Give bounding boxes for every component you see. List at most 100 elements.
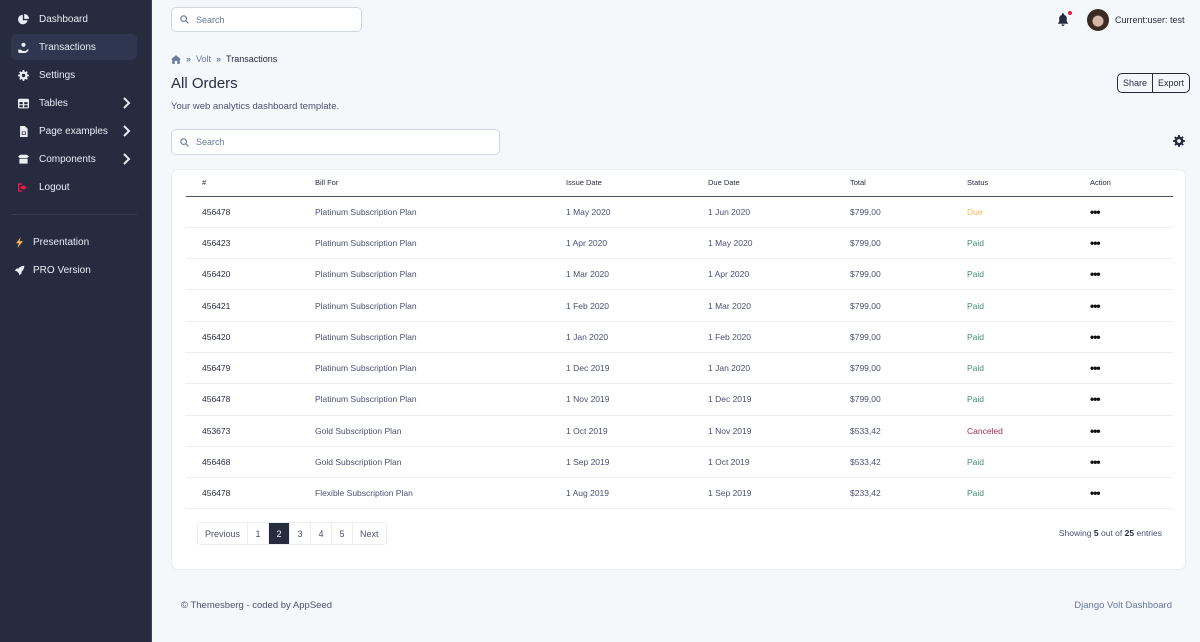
cell-id: 456478 [186,477,299,510]
sidebar-item-pro-version[interactable]: PRO Version [7,257,137,283]
cell-issue-date: 1 Sep 2019 [550,446,692,479]
breadcrumb: » Volt » Transactions [171,54,277,64]
ellipsis-icon[interactable]: ••• [1090,205,1101,219]
pagination-page-1[interactable]: 1 [248,523,270,544]
ellipsis-icon[interactable]: ••• [1090,455,1101,469]
sidebar-item-presentation[interactable]: Presentation [7,229,137,255]
cell-issue-date: 1 Oct 2019 [550,415,692,447]
showing-middle: out of [1100,528,1123,538]
cell-bill-for: Gold Subscription Plan [299,415,550,447]
chart-pie-icon [18,13,29,25]
pagination-page-2[interactable]: 2 [269,523,291,544]
rocket-icon [14,265,25,276]
cell-total-text: $799,00 [850,394,881,405]
cell-bill-for: Platinum Subscription Plan [299,196,550,228]
entries-summary: Showing 5 out of 25 entries [1059,528,1162,538]
cell-id-text[interactable]: 456478 [202,207,230,217]
cell-issue-date: 1 Nov 2019 [550,383,692,416]
column-header-due-date: Due Date [692,170,834,197]
pagination-page-3[interactable]: 3 [290,523,312,544]
cell-action: ••• [1074,383,1173,416]
ellipsis-icon[interactable]: ••• [1090,267,1101,281]
table-header-row: # Bill For Issue Date Due Date Total Sta… [186,170,1173,197]
cog-icon [18,69,29,81]
cell-due-date: 1 Mar 2020 [692,289,834,322]
page-title: All Orders [171,75,238,92]
cell-action: ••• [1074,415,1173,447]
hand-holding-usd-icon [18,42,29,53]
topbar-search[interactable] [171,7,362,32]
cell-status-text: Due [967,206,983,217]
cell-id: 456420 [186,321,299,353]
table-row: 456479 Platinum Subscription Plan 1 Dec 20… [186,352,1173,385]
topbar-search-input[interactable] [196,14,346,25]
ellipsis-icon[interactable]: ••• [1090,424,1101,438]
table-row: 456420 Platinum Subscription Plan 1 Mar 20… [186,258,1173,291]
cell-total-text: $533,42 [850,425,881,436]
cell-bill-for: Platinum Subscription Plan [299,383,550,416]
sidebar-item-transactions[interactable]: Transactions [11,34,137,60]
cell-bill-for: Platinum Subscription Plan [299,258,550,291]
share-button[interactable]: Share [1118,74,1152,92]
ellipsis-icon[interactable]: ••• [1090,361,1101,375]
pagination-page-4[interactable]: 4 [311,523,333,544]
breadcrumb-separator: » [186,54,192,64]
current-user-label[interactable]: Current:user: test [1115,15,1185,25]
cell-status-text: Paid [967,457,985,468]
ellipsis-icon[interactable]: ••• [1090,299,1101,313]
bell-icon[interactable] [1057,13,1069,27]
chevron-right-icon [123,125,131,137]
table-row: 456478 Platinum Subscription Plan 1 May 20… [186,196,1173,228]
sidebar-item-label: Components [39,153,96,165]
pagination-previous[interactable]: Previous [198,523,249,544]
sidebar-item-components[interactable]: Components [11,146,137,172]
cell-status: Paid [951,477,1074,510]
table-row: 456421 Platinum Subscription Plan 1 Feb 20… [186,289,1173,322]
sidebar-item-settings[interactable]: Settings [11,62,137,88]
column-header-bill-for: Bill For [299,170,550,197]
cell-id-text[interactable]: 456468 [202,457,230,467]
cell-id-text[interactable]: 456420 [202,332,230,342]
orders-search[interactable] [171,129,500,155]
cell-id-text[interactable]: 456479 [202,363,230,373]
ellipsis-icon[interactable]: ••• [1090,236,1101,250]
pagination-page-5[interactable]: 5 [332,523,354,544]
orders-search-input[interactable] [196,137,496,147]
cell-issue-date-text: 1 Jan 2020 [566,331,609,342]
footer-brand[interactable]: Django Volt Dashboard [1074,600,1172,611]
sidebar-item-dashboard[interactable]: Dashboard [11,6,137,32]
sidebar-item-tables[interactable]: Tables [11,90,137,116]
sidebar-nav: Dashboard Transactions Settings Tables P… [0,0,151,283]
cell-id-text[interactable]: 456478 [202,488,230,498]
ellipsis-icon[interactable]: ••• [1090,330,1101,344]
cell-issue-date-text: 1 Mar 2020 [566,269,609,280]
export-button[interactable]: Export [1152,74,1189,92]
cell-issue-date-text: 1 Oct 2019 [566,425,608,436]
avatar[interactable] [1087,9,1109,31]
cell-issue-date: 1 Aug 2019 [550,477,692,510]
breadcrumb-item-volt[interactable]: Volt [196,54,211,64]
cell-issue-date-text: 1 May 2020 [566,206,611,217]
sidebar-item-label: PRO Version [33,264,91,276]
sidebar-item-logout[interactable]: Logout [11,174,137,200]
cell-id: 453673 [186,415,299,447]
cell-id-text[interactable]: 456421 [202,301,230,311]
breadcrumb-separator: » [216,54,222,64]
cell-id-text[interactable]: 456420 [202,269,230,279]
cell-id-text[interactable]: 456423 [202,238,230,248]
showing-count: 5 [1093,528,1099,538]
gear-icon[interactable] [1173,135,1185,147]
ellipsis-icon[interactable]: ••• [1090,486,1101,500]
sidebar-item-page-examples[interactable]: Page examples [11,118,137,144]
home-icon[interactable] [171,54,181,64]
share-export-group: Share Export [1117,73,1191,93]
pagination-next[interactable]: Next [353,523,386,544]
cell-id-text[interactable]: 453673 [202,426,230,436]
cell-id: 456421 [186,289,299,322]
cell-id-text[interactable]: 456478 [202,394,230,404]
showing-prefix: Showing [1058,528,1092,538]
cell-total: $233,42 [834,477,951,510]
ellipsis-icon[interactable]: ••• [1090,392,1101,406]
footer-copyright[interactable]: © Themesberg - coded by AppSeed [181,600,332,611]
sidebar-item-label: Transactions [39,41,96,53]
